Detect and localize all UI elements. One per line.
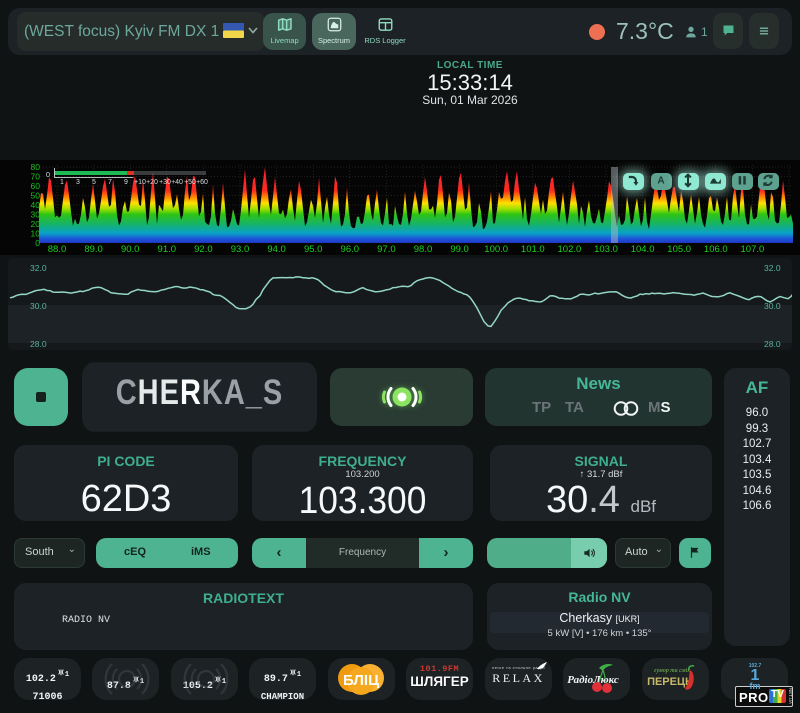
svg-text:80: 80 <box>31 162 41 172</box>
svg-text:107.0: 107.0 <box>741 244 765 255</box>
svg-text:28.0: 28.0 <box>30 339 47 349</box>
svg-text:99.0: 99.0 <box>450 244 469 255</box>
svg-text:0: 0 <box>46 170 50 179</box>
svg-text:104.0: 104.0 <box>631 244 655 255</box>
svg-text:96.0: 96.0 <box>341 244 360 255</box>
svg-text:3: 3 <box>76 179 80 186</box>
svg-text:32.0: 32.0 <box>30 263 47 273</box>
svg-text:98.0: 98.0 <box>414 244 433 255</box>
svg-text:40: 40 <box>31 200 41 210</box>
svg-text:1: 1 <box>60 179 64 186</box>
svg-text:9: 9 <box>124 179 128 186</box>
svg-text:гумор та сміх: гумор та сміх <box>654 668 690 674</box>
svg-text:30.0: 30.0 <box>764 301 781 311</box>
svg-text:+20: +20 <box>146 179 158 186</box>
svg-text:50: 50 <box>31 191 41 201</box>
svg-text:10: 10 <box>31 229 41 239</box>
svg-text:A: A <box>657 176 664 187</box>
svg-text:7: 7 <box>108 179 112 186</box>
svg-text:101.0: 101.0 <box>521 244 545 255</box>
svg-text:+50: +50 <box>184 179 196 186</box>
svg-text:0: 0 <box>35 238 40 248</box>
svg-text:70: 70 <box>31 172 41 182</box>
svg-text:106.0: 106.0 <box>704 244 728 255</box>
svg-text:5: 5 <box>92 179 96 186</box>
svg-text:60: 60 <box>31 181 41 191</box>
svg-text:91.0: 91.0 <box>158 244 177 255</box>
svg-text:92.0: 92.0 <box>194 244 213 255</box>
svg-text:97.0: 97.0 <box>377 244 396 255</box>
svg-text:30.0: 30.0 <box>30 301 47 311</box>
svg-text:+10: +10 <box>134 179 146 186</box>
svg-text:105.0: 105.0 <box>667 244 691 255</box>
svg-text:89.0: 89.0 <box>84 244 103 255</box>
svg-text:+30: +30 <box>159 179 171 186</box>
svg-text:ПЕРЕЦЬ: ПЕРЕЦЬ <box>647 676 693 688</box>
svg-text:+60: +60 <box>196 179 208 186</box>
svg-text:20: 20 <box>31 219 41 229</box>
svg-text:БЛІЦ: БЛІЦ <box>343 672 379 689</box>
svg-text:30: 30 <box>31 210 41 220</box>
svg-text:32.0: 32.0 <box>764 263 781 273</box>
svg-text:+40: +40 <box>171 179 183 186</box>
svg-text:102.0: 102.0 <box>558 244 582 255</box>
svg-text:100.0: 100.0 <box>484 244 508 255</box>
svg-text:103.0: 103.0 <box>594 244 618 255</box>
svg-text:90.0: 90.0 <box>121 244 140 255</box>
svg-text:93.0: 93.0 <box>231 244 250 255</box>
svg-text:94.0: 94.0 <box>267 244 286 255</box>
svg-text:88.0: 88.0 <box>48 244 67 255</box>
svg-text:28.0: 28.0 <box>764 339 781 349</box>
svg-text:95.0: 95.0 <box>304 244 323 255</box>
